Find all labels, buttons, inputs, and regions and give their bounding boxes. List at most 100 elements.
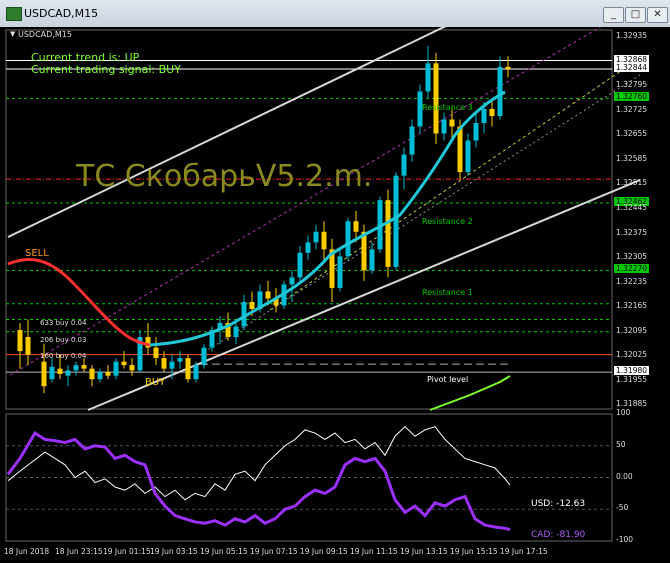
time-axis-label: 19 Jun 09:15 (300, 547, 348, 556)
bull-candle (193, 365, 199, 380)
resistance-2-label: Resistance 2 (422, 217, 473, 226)
oscillator-axis-label: -50 (616, 503, 629, 513)
bear-candle (433, 63, 439, 134)
price-axis-label: 1.32235 (616, 276, 648, 286)
bear-candle (489, 108, 495, 116)
price-axis-label: 1.32655 (616, 129, 648, 139)
chart-area[interactable]: USDCAD,M15 ▼ Current trend is: UP Curren… (0, 0, 670, 559)
order-label: 160 buy 0.04 (40, 352, 87, 360)
price-axis-label: 1.32025 (616, 350, 648, 360)
time-axis-label: 19 Jun 03:15 (150, 547, 198, 556)
time-axis-label: 19 Jun 13:15 (400, 547, 448, 556)
bull-candle (313, 231, 319, 243)
bull-candle (201, 347, 207, 366)
time-axis-label: 18 Jun 2018 (4, 547, 50, 556)
time-axis-label: 18 Jun 23:15 (55, 547, 103, 556)
bull-candle (473, 122, 479, 141)
resistance-3-label: Resistance 3 (422, 103, 473, 112)
sell-label: SELL (25, 248, 49, 259)
main-panel-border (5, 29, 613, 410)
price-axis-label: 1.32935 (616, 31, 648, 41)
price-axis-label: 1.32760 (614, 92, 650, 102)
bull-candle (369, 249, 375, 271)
price-axis-label: 1.32305 (616, 252, 648, 262)
price-chart[interactable] (0, 0, 670, 559)
price-axis-label: 1.32795 (616, 80, 648, 90)
resistance-1-label: Resistance 1 (422, 288, 473, 297)
bull-candle (465, 140, 471, 173)
price-axis-label: 1.32844 (614, 62, 650, 72)
order-label: 206 buy 0.03 (40, 336, 87, 344)
bear-candle (105, 372, 111, 376)
bull-candle (177, 358, 183, 362)
time-axis-label: 19 Jun 05:15 (200, 547, 248, 556)
price-axis-label: 1.32725 (616, 104, 648, 114)
bear-candle (17, 330, 23, 352)
restore-button[interactable]: □ (625, 7, 646, 23)
bear-candle (57, 368, 63, 374)
bull-candle (409, 126, 415, 155)
bull-candle (289, 277, 295, 285)
bear-candle (161, 358, 167, 369)
bear-candle (121, 361, 127, 366)
bull-candle (497, 66, 503, 116)
time-axis-label: 19 Jun 15:15 (450, 547, 498, 556)
bull-candle (73, 365, 79, 371)
price-axis-label: 1.32095 (616, 325, 648, 335)
usd-strength-label: USD: -12.63 (531, 499, 586, 509)
bull-candle (345, 221, 351, 257)
buy-label: BUY (145, 377, 166, 388)
price-axis-label: 1.32270 (614, 264, 650, 274)
watermark-text: ТС СкобарьV5.2.m. (76, 159, 373, 194)
oscillator-axis-label: 50 (616, 439, 626, 449)
bear-candle (505, 66, 511, 69)
symbol-dropdown-icon[interactable]: ▼ (10, 30, 15, 38)
oscillator-axis-label: -100 (616, 535, 634, 544)
chart-window-icon (6, 7, 22, 21)
trend-magenta-line (9, 19, 613, 376)
bear-candle (457, 126, 463, 173)
bear-candle (81, 365, 87, 369)
time-axis-label: 19 Jun 07:15 (250, 547, 298, 556)
channel-lower-line (87, 179, 641, 411)
bear-candle (89, 368, 95, 380)
close-button[interactable]: ✕ (647, 7, 668, 23)
window-titlebar: USDCAD,M15 _ □ ✕ (0, 0, 670, 28)
bear-candle (129, 365, 135, 371)
bull-candle (401, 154, 407, 176)
window-title: USDCAD,M15 (24, 7, 99, 20)
order-label: 633 buy 0.04 (40, 319, 87, 327)
minimize-button[interactable]: _ (603, 7, 624, 23)
price-axis-label: 1.32375 (616, 227, 648, 237)
bear-candle (385, 200, 391, 267)
price-axis-label: 1.31955 (616, 374, 648, 384)
bull-candle (425, 63, 431, 92)
oscillator-axis-label: 100 (616, 408, 631, 417)
bear-candle (185, 358, 191, 380)
bear-candle (353, 221, 359, 232)
time-axis-label: 19 Jun 11:15 (350, 547, 398, 556)
cad-strength-line (6, 430, 511, 532)
bear-candle (449, 119, 455, 127)
bull-candle (337, 256, 343, 288)
symbol-label: USDCAD,M15 (18, 30, 72, 39)
bull-candle (441, 119, 447, 134)
bull-candle (393, 175, 399, 267)
bear-candle (153, 347, 159, 359)
price-axis-label: 1.32515 (616, 178, 648, 188)
pivot-label: Pivot level (427, 375, 469, 384)
bear-candle (265, 291, 271, 299)
bull-candle (65, 370, 71, 376)
bull-candle (233, 326, 239, 338)
bull-candle (97, 372, 103, 380)
oscillator-axis-label: 0.00 (616, 471, 633, 481)
price-axis-label: 1.32445 (616, 202, 648, 212)
bull-candle (169, 361, 175, 369)
price-axis-label: 1.32165 (616, 301, 648, 311)
bull-candle (113, 361, 119, 376)
bear-candle (249, 301, 255, 309)
time-axis-label: 19 Jun 01:15 (103, 547, 151, 556)
usd-strength-line (7, 426, 511, 501)
bear-candle (41, 361, 47, 387)
price-axis-label: 1.31980 (614, 366, 650, 376)
